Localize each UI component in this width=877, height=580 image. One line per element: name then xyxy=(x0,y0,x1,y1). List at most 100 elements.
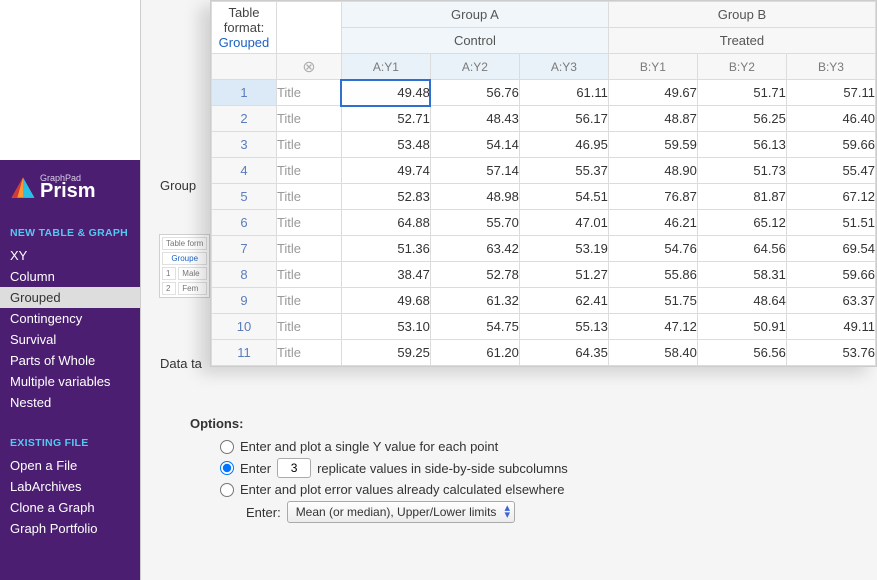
sidebar-item-clone-a-graph[interactable]: Clone a Graph xyxy=(0,497,140,518)
group-b-title[interactable]: Treated xyxy=(608,28,875,54)
row-number[interactable]: 8 xyxy=(212,262,277,288)
subcol-b-y1[interactable]: B:Y1 xyxy=(608,54,697,80)
data-cell[interactable]: 46.40 xyxy=(786,106,875,132)
sidebar-item-survival[interactable]: Survival xyxy=(0,329,140,350)
data-cell[interactable]: 76.87 xyxy=(608,184,697,210)
data-cell[interactable]: 69.54 xyxy=(786,236,875,262)
data-cell[interactable]: 49.68 xyxy=(341,288,430,314)
data-cell[interactable]: 55.86 xyxy=(608,262,697,288)
subcol-a-y2[interactable]: A:Y2 xyxy=(430,54,519,80)
data-cell[interactable]: 64.56 xyxy=(697,236,786,262)
row-title-cell[interactable]: Title xyxy=(276,236,341,262)
data-cell[interactable]: 65.12 xyxy=(697,210,786,236)
radio-single[interactable] xyxy=(220,440,234,454)
sidebar-item-column[interactable]: Column xyxy=(0,266,140,287)
data-cell[interactable]: 53.10 xyxy=(341,314,430,340)
data-cell[interactable]: 81.87 xyxy=(697,184,786,210)
data-cell[interactable]: 56.25 xyxy=(697,106,786,132)
row-number[interactable]: 2 xyxy=(212,106,277,132)
data-cell[interactable]: 47.12 xyxy=(608,314,697,340)
data-cell[interactable]: 54.14 xyxy=(430,132,519,158)
data-cell[interactable]: 57.11 xyxy=(786,80,875,106)
data-cell[interactable]: 59.25 xyxy=(341,340,430,366)
sidebar-item-nested[interactable]: Nested xyxy=(0,392,140,413)
data-cell[interactable]: 53.19 xyxy=(519,236,608,262)
row-number[interactable]: 6 xyxy=(212,210,277,236)
row-title-cell[interactable]: Title xyxy=(276,340,341,366)
data-cell[interactable]: 55.47 xyxy=(786,158,875,184)
row-number[interactable]: 5 xyxy=(212,184,277,210)
data-cell[interactable]: 59.66 xyxy=(786,262,875,288)
data-cell[interactable]: 54.51 xyxy=(519,184,608,210)
data-cell[interactable]: 67.12 xyxy=(786,184,875,210)
subcol-b-y3[interactable]: B:Y3 xyxy=(786,54,875,80)
data-cell[interactable]: 63.37 xyxy=(786,288,875,314)
data-cell[interactable]: 61.11 xyxy=(519,80,608,106)
data-cell[interactable]: 56.17 xyxy=(519,106,608,132)
row-title-cell[interactable]: Title xyxy=(276,80,341,106)
group-b-header[interactable]: Group B xyxy=(608,2,875,28)
sidebar-item-contingency[interactable]: Contingency xyxy=(0,308,140,329)
data-cell[interactable]: 55.37 xyxy=(519,158,608,184)
row-title-cell[interactable]: Title xyxy=(276,314,341,340)
data-cell[interactable]: 58.31 xyxy=(697,262,786,288)
row-number[interactable]: 11 xyxy=(212,340,277,366)
sidebar-item-xy[interactable]: XY xyxy=(0,245,140,266)
option-replicates[interactable]: Enter replicate values in side-by-side s… xyxy=(220,458,568,478)
row-title-cell[interactable]: Title xyxy=(276,184,341,210)
row-number[interactable]: 3 xyxy=(212,132,277,158)
data-cell[interactable]: 53.48 xyxy=(341,132,430,158)
data-cell[interactable]: 48.98 xyxy=(430,184,519,210)
data-cell[interactable]: 48.43 xyxy=(430,106,519,132)
clear-header[interactable]: ⊗ xyxy=(276,54,341,80)
data-cell[interactable]: 49.74 xyxy=(341,158,430,184)
data-cell[interactable]: 49.11 xyxy=(786,314,875,340)
data-cell[interactable]: 51.36 xyxy=(341,236,430,262)
data-cell[interactable]: 54.75 xyxy=(430,314,519,340)
data-cell[interactable]: 59.66 xyxy=(786,132,875,158)
subcol-b-y2[interactable]: B:Y2 xyxy=(697,54,786,80)
data-cell[interactable]: 49.48 xyxy=(341,80,430,106)
data-cell[interactable]: 46.95 xyxy=(519,132,608,158)
row-number[interactable]: 7 xyxy=(212,236,277,262)
subcol-a-y1[interactable]: A:Y1 xyxy=(341,54,430,80)
data-cell[interactable]: 48.90 xyxy=(608,158,697,184)
data-cell[interactable]: 51.27 xyxy=(519,262,608,288)
data-cell[interactable]: 46.21 xyxy=(608,210,697,236)
data-cell[interactable]: 52.83 xyxy=(341,184,430,210)
data-cell[interactable]: 64.35 xyxy=(519,340,608,366)
data-cell[interactable]: 50.91 xyxy=(697,314,786,340)
sidebar-item-graph-portfolio[interactable]: Graph Portfolio xyxy=(0,518,140,539)
data-cell[interactable]: 57.14 xyxy=(430,158,519,184)
sidebar-item-grouped[interactable]: Grouped xyxy=(0,287,140,308)
data-cell[interactable]: 58.40 xyxy=(608,340,697,366)
data-cell[interactable]: 56.76 xyxy=(430,80,519,106)
data-cell[interactable]: 52.78 xyxy=(430,262,519,288)
data-cell[interactable]: 59.59 xyxy=(608,132,697,158)
row-number[interactable]: 1 xyxy=(212,80,277,106)
enter-select[interactable]: Mean (or median), Upper/Lower limits ▴▾ xyxy=(287,501,515,523)
group-a-header[interactable]: Group A xyxy=(341,2,608,28)
option-error-values[interactable]: Enter and plot error values already calc… xyxy=(220,482,568,497)
data-cell[interactable]: 51.71 xyxy=(697,80,786,106)
data-cell[interactable]: 61.20 xyxy=(430,340,519,366)
data-cell[interactable]: 56.56 xyxy=(697,340,786,366)
row-title-cell[interactable]: Title xyxy=(276,132,341,158)
data-cell[interactable]: 64.88 xyxy=(341,210,430,236)
data-cell[interactable]: 54.76 xyxy=(608,236,697,262)
data-cell[interactable]: 61.32 xyxy=(430,288,519,314)
data-cell[interactable]: 48.87 xyxy=(608,106,697,132)
data-cell[interactable]: 47.01 xyxy=(519,210,608,236)
data-cell[interactable]: 55.70 xyxy=(430,210,519,236)
row-number[interactable]: 4 xyxy=(212,158,277,184)
table-format-link[interactable]: Grouped xyxy=(212,35,276,50)
data-cell[interactable]: 51.51 xyxy=(786,210,875,236)
option-single-y[interactable]: Enter and plot a single Y value for each… xyxy=(220,439,568,454)
sidebar-item-open-a-file[interactable]: Open a File xyxy=(0,455,140,476)
data-cell[interactable]: 38.47 xyxy=(341,262,430,288)
data-cell[interactable]: 51.73 xyxy=(697,158,786,184)
data-cell[interactable]: 56.13 xyxy=(697,132,786,158)
data-cell[interactable]: 48.64 xyxy=(697,288,786,314)
radio-replicates[interactable] xyxy=(220,461,234,475)
row-title-cell[interactable]: Title xyxy=(276,158,341,184)
